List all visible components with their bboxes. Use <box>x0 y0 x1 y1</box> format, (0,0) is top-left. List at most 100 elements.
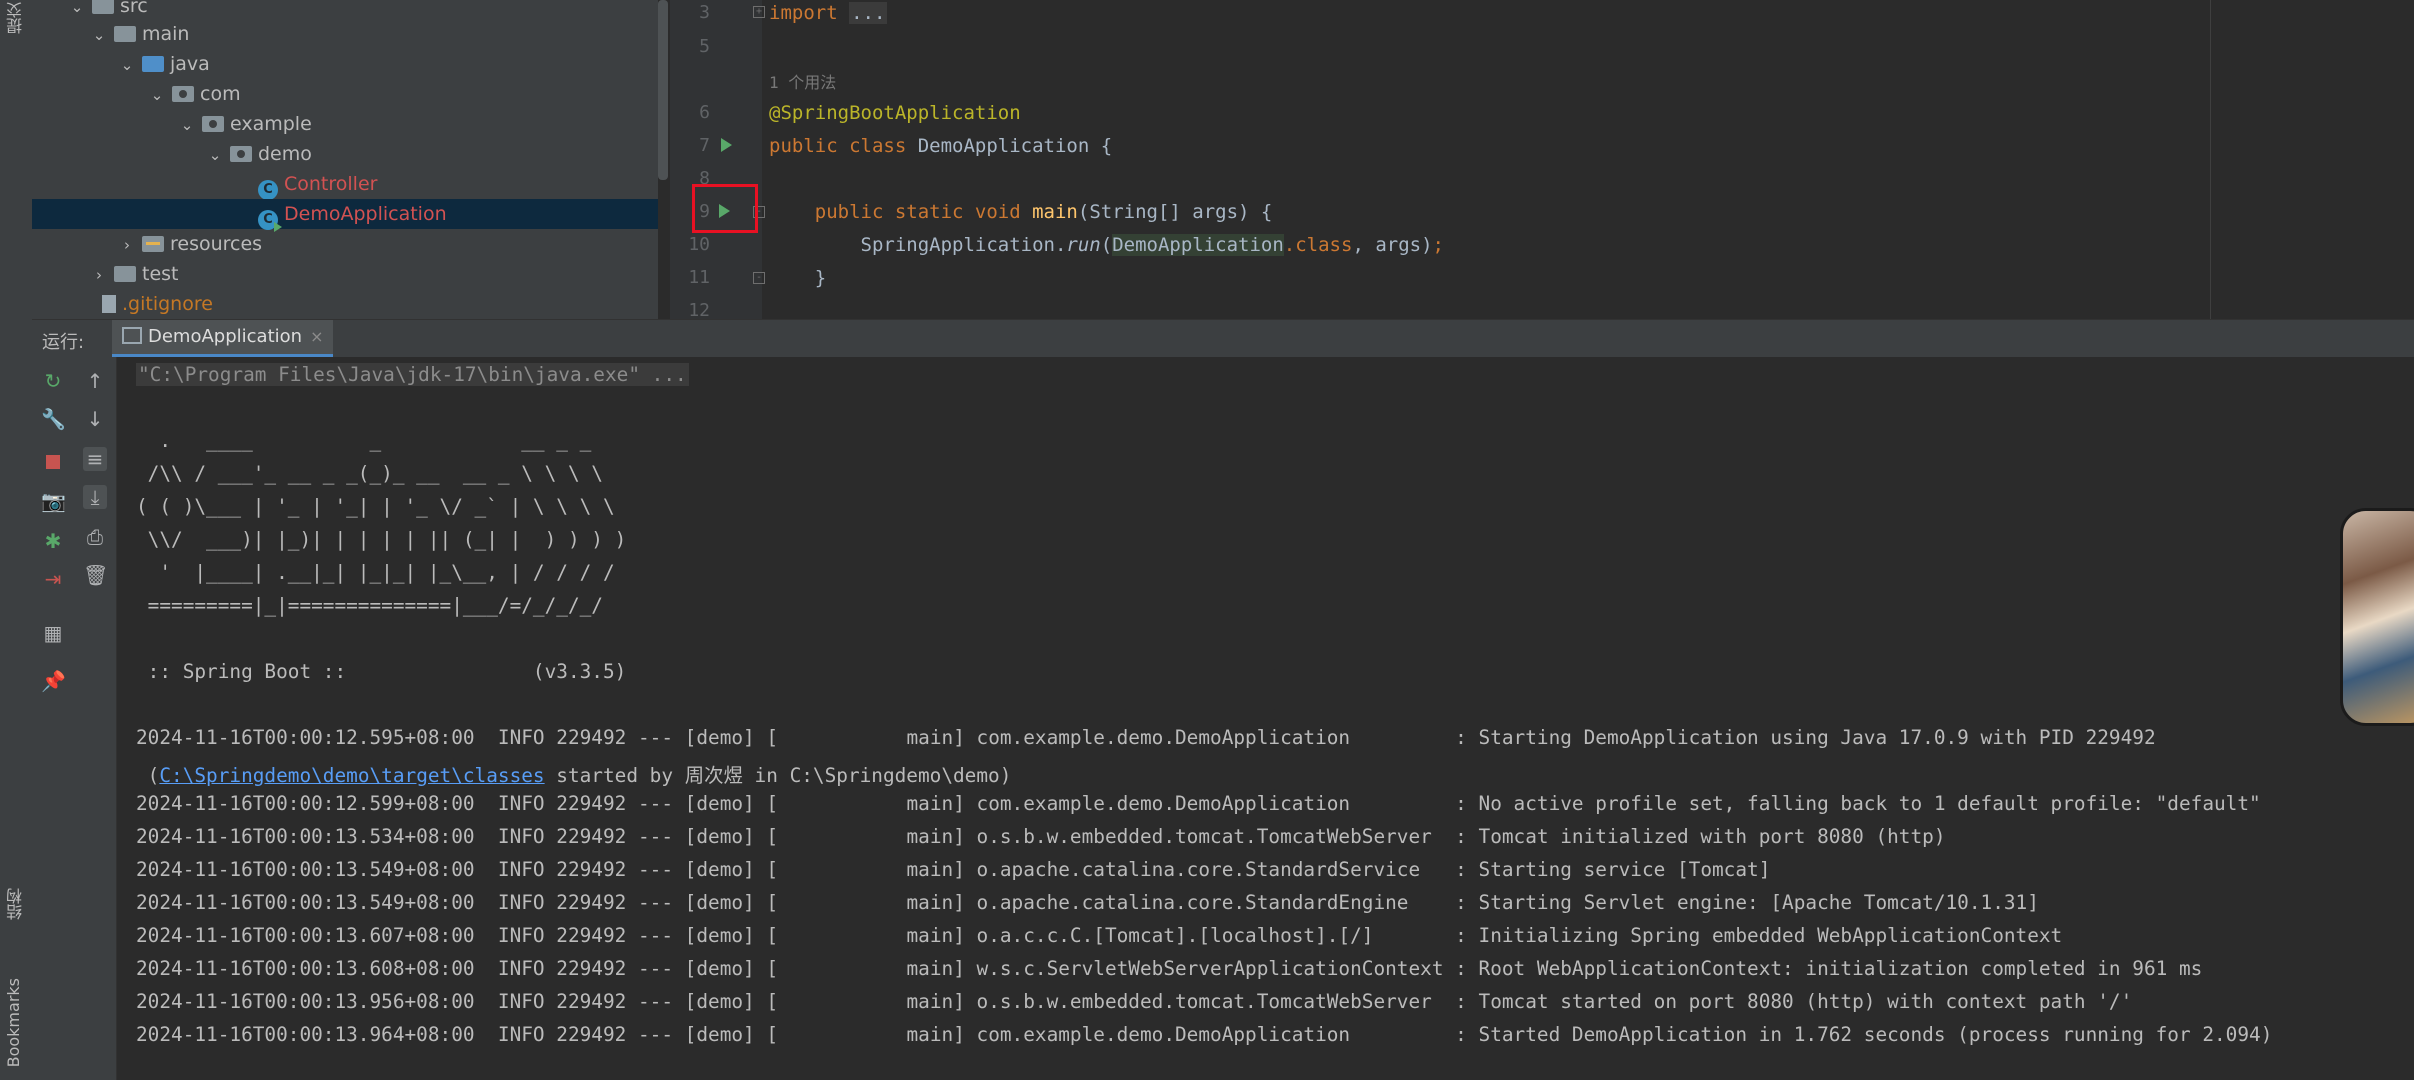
scroll-to-end-icon[interactable]: ⤓ <box>83 485 107 509</box>
package-icon <box>230 146 252 162</box>
close-icon[interactable]: × <box>310 327 323 346</box>
log-line: 2024-11-16T00:00:13.608+08:00 INFO 22949… <box>136 957 2203 980</box>
trash-icon[interactable]: 🗑 <box>83 563 108 587</box>
tree-item-src[interactable]: ⌄ src <box>32 0 658 21</box>
runnable-class-icon: C <box>258 210 282 232</box>
exit-icon[interactable]: ⇥ <box>41 567 65 591</box>
tree-item-resources[interactable]: › resources <box>32 229 658 259</box>
usage-hint[interactable]: 1 个用法 <box>769 69 836 93</box>
fold-toggle-icon[interactable]: + <box>753 6 765 18</box>
tree-item-main[interactable]: ⌄ main <box>32 19 658 49</box>
log-line: 2024-11-16T00:00:13.607+08:00 INFO 22949… <box>136 924 2063 947</box>
classes-path-link[interactable]: C:\Springdemo\demo\target\classes <box>159 764 544 787</box>
folded-imports[interactable]: ... <box>849 2 888 24</box>
log-line-continuation: (C:\Springdemo\demo\target\classes start… <box>136 759 1012 788</box>
tree-item-controller[interactable]: C Controller <box>32 169 658 200</box>
chevron-down-icon[interactable]: ⌄ <box>206 140 224 170</box>
tree-item-test[interactable]: › test <box>32 259 658 289</box>
structure-tool-label[interactable]: 结构 <box>4 888 28 920</box>
run-label: 运行: <box>42 332 85 353</box>
print-icon[interactable]: ⎙ <box>83 525 107 549</box>
tree-item-label: .gitignore <box>122 293 213 315</box>
tree-item-label: java <box>170 53 210 75</box>
log-line: 2024-11-16T00:00:12.599+08:00 INFO 22949… <box>136 792 2261 815</box>
class-name-highlight: DemoApplication <box>1112 234 1284 256</box>
banner-line: . ____ _ __ _ _ <box>136 429 592 452</box>
run-class-icon[interactable] <box>721 138 732 152</box>
code-line-7: public class DemoApplication { <box>769 135 1112 157</box>
line-number: 12 <box>688 300 710 319</box>
fold-toggle-icon[interactable]: - <box>753 272 765 284</box>
tree-item-java[interactable]: ⌄ java <box>32 49 658 79</box>
line-number: 10 <box>688 234 710 255</box>
chevron-down-icon[interactable]: ⌄ <box>148 80 166 110</box>
tree-item-label: Controller <box>284 173 378 195</box>
tree-item-gitignore[interactable]: .gitignore <box>32 289 658 319</box>
chevron-down-icon[interactable]: ⌄ <box>90 20 108 50</box>
code-line-11: } <box>769 267 826 289</box>
log-line: 2024-11-16T00:00:13.964+08:00 INFO 22949… <box>136 1023 2273 1046</box>
project-tree: ⌄ src ⌄ main ⌄ java ⌄ com ⌄ example ⌄ demo C Co… <box>32 0 658 319</box>
tree-item-label: test <box>142 263 179 285</box>
method-name: main <box>1032 201 1078 223</box>
log-line: 2024-11-16T00:00:12.595+08:00 INFO 22949… <box>136 726 2156 749</box>
rerun-icon[interactable]: ↻ <box>41 369 65 393</box>
console-tab-icon <box>122 327 142 344</box>
debug-icon[interactable]: ✱ <box>41 529 65 553</box>
code-text: ( <box>1100 234 1113 256</box>
pin-icon[interactable]: 📌 <box>41 669 66 693</box>
run-console[interactable]: "C:\Program Files\Java\jdk-17\bin\java.e… <box>117 357 2414 1080</box>
log-line: 2024-11-16T00:00:13.549+08:00 INFO 22949… <box>136 858 1771 881</box>
line-number: 6 <box>699 102 710 123</box>
banner-line: ( ( )\___ | '_ | '_| | '_ \/ _` | \ \ \ … <box>136 495 615 518</box>
file-icon <box>102 295 116 313</box>
code-line-9: public static void main(String[] args) { <box>769 201 1273 223</box>
tree-scrollbar[interactable] <box>658 0 668 180</box>
chevron-down-icon[interactable]: ⌄ <box>118 50 136 80</box>
floating-avatar[interactable] <box>2340 508 2414 726</box>
tree-item-example[interactable]: ⌄ example <box>32 109 658 139</box>
log-text: ( <box>136 764 160 787</box>
camera-icon[interactable]: 📷 <box>41 489 66 513</box>
stop-icon[interactable] <box>41 449 65 473</box>
tree-item-demoapplication[interactable]: C DemoApplication <box>32 199 658 232</box>
code-keyword: .class <box>1283 234 1353 256</box>
run-tool-window-header: 运行: DemoApplication × <box>32 319 2414 358</box>
code-semicolon: ; <box>1432 234 1444 256</box>
run-tab-demoapplication[interactable]: DemoApplication × <box>112 320 334 357</box>
log-line: 2024-11-16T00:00:13.534+08:00 INFO 22949… <box>136 825 1946 848</box>
code-line-3: import ... <box>769 2 888 24</box>
banner-line: ' |____| .__|_| |_|_| |_\__, | / / / / <box>136 561 615 584</box>
code-line-10: SpringApplication.run(DemoApplication.cl… <box>769 234 1444 256</box>
run-toolbar-secondary: ↑ ↓ ≡ ⤓ ⎙ 🗑 <box>74 357 117 1080</box>
tree-item-demo[interactable]: ⌄ demo <box>32 139 658 169</box>
soft-wrap-icon[interactable]: ≡ <box>83 447 107 471</box>
code-keyword: public static void <box>814 201 1033 223</box>
tree-item-com[interactable]: ⌄ com <box>32 79 658 109</box>
bookmarks-tool-label[interactable]: Bookmarks <box>4 978 23 1067</box>
chevron-right-icon[interactable]: › <box>118 230 136 260</box>
right-margin-guide <box>2210 0 2211 319</box>
banner-line: \\/ ___)| |_)| | | | | || (_| | ) ) ) ) <box>136 528 627 551</box>
chevron-right-icon[interactable]: › <box>90 260 108 290</box>
code-text: { <box>1089 135 1113 157</box>
code-text: , args) <box>1352 234 1433 256</box>
line-number: 5 <box>699 36 710 57</box>
tree-item-label: main <box>142 23 190 45</box>
layout-icon[interactable]: ▦ <box>41 621 65 645</box>
tree-item-label: demo <box>258 143 312 165</box>
spring-boot-version-line: :: Spring Boot :: (v3.3.5) <box>136 660 627 683</box>
arrow-down-icon[interactable]: ↓ <box>83 407 107 431</box>
folder-icon <box>114 266 136 282</box>
folder-icon <box>114 26 136 42</box>
arrow-up-icon[interactable]: ↑ <box>83 369 107 393</box>
code-line-6: @SpringBootApplication <box>769 102 1021 124</box>
java-command[interactable]: "C:\Program Files\Java\jdk-17\bin\java.e… <box>136 363 689 386</box>
class-name: DemoApplication <box>917 135 1090 157</box>
wrench-icon[interactable]: 🔧 <box>41 407 66 431</box>
commit-tool-label[interactable]: 提交 <box>4 2 28 34</box>
log-line: 2024-11-16T00:00:13.549+08:00 INFO 22949… <box>136 891 2039 914</box>
code-text: } <box>814 267 827 289</box>
code-editor[interactable]: 3 5 6 7 8 9 10 11 12 + - - import ... 1 … <box>670 0 2414 319</box>
chevron-down-icon[interactable]: ⌄ <box>178 110 196 140</box>
